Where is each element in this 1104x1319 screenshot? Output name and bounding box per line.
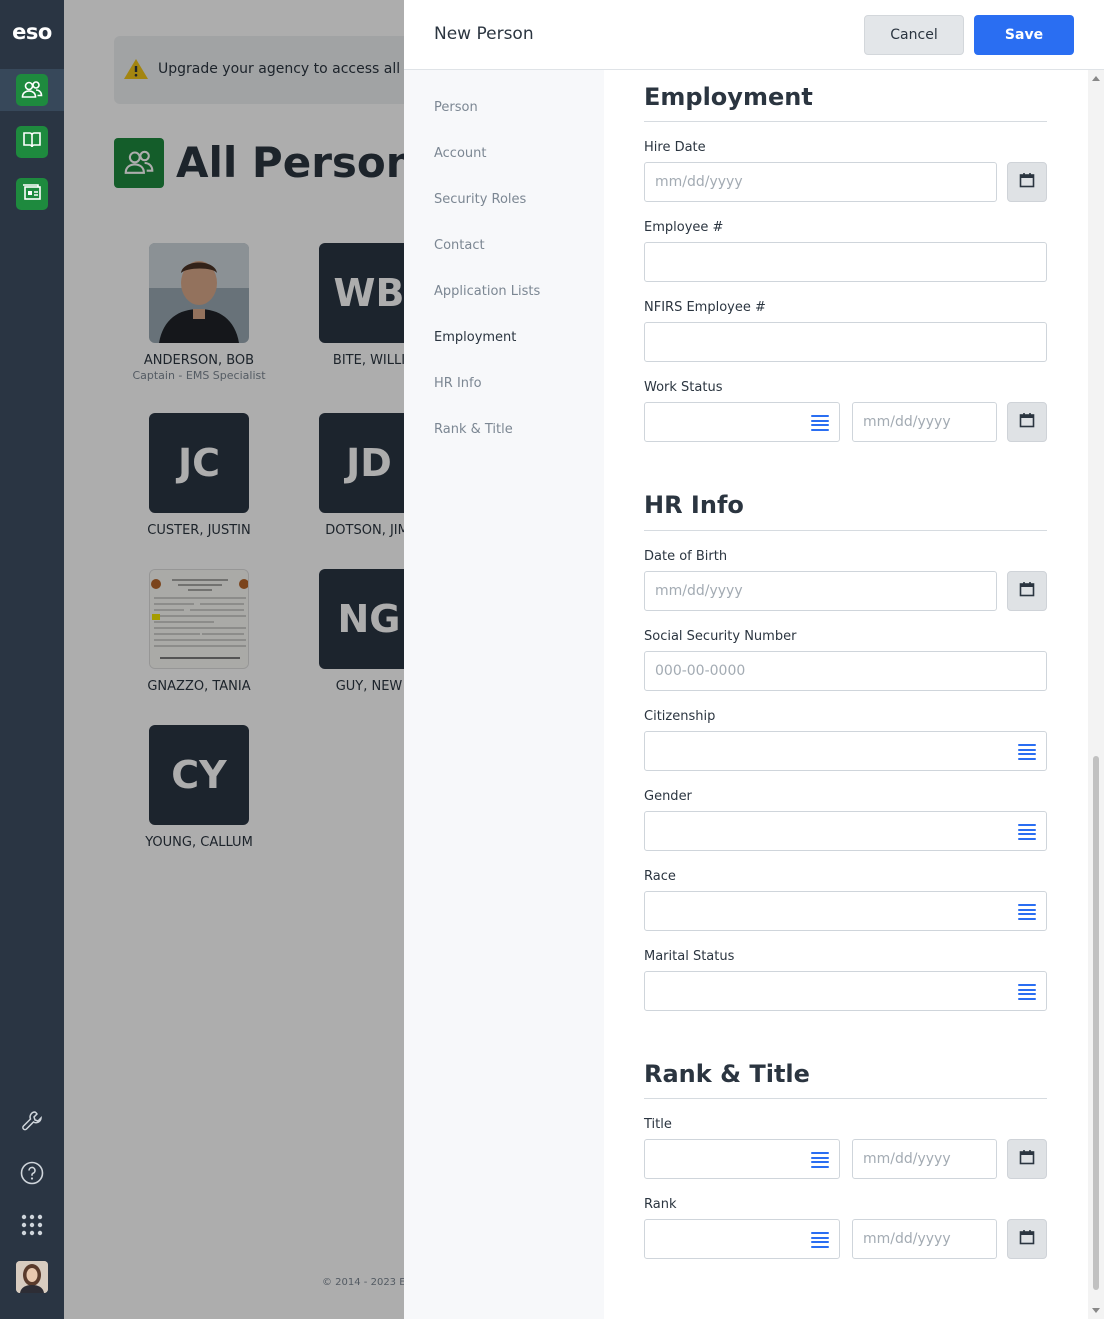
list-icon <box>811 1152 829 1168</box>
scroll-up-arrow[interactable] <box>1092 76 1100 81</box>
book-icon <box>22 131 42 153</box>
race-select[interactable] <box>644 891 1047 931</box>
employee-number-label: Employee # <box>644 220 724 235</box>
section-nav-application-lists[interactable]: Application Lists <box>434 284 540 299</box>
date-of-birth-input[interactable]: mm/dd/yyyy <box>644 571 997 611</box>
calendar-icon <box>1019 1229 1035 1249</box>
list-icon <box>1018 824 1036 840</box>
title-calendar-button[interactable] <box>1007 1139 1047 1179</box>
wrench-icon[interactable] <box>16 1105 48 1137</box>
list-icon <box>811 1232 829 1248</box>
drawer-title: New Person <box>434 24 534 44</box>
section-nav-security-roles[interactable]: Security Roles <box>434 192 526 207</box>
help-icon[interactable] <box>16 1157 48 1189</box>
section-divider <box>644 1098 1047 1099</box>
work-status-label: Work Status <box>644 380 723 395</box>
hire-date-input[interactable]: mm/dd/yyyy <box>644 162 997 202</box>
citizenship-select[interactable] <box>644 731 1047 771</box>
work-status-date-input[interactable]: mm/dd/yyyy <box>852 402 997 442</box>
rank-title-heading: Rank & Title <box>644 1060 810 1088</box>
work-status-calendar-button[interactable] <box>1007 402 1047 442</box>
drawer-scrollbar[interactable] <box>1088 70 1104 1319</box>
section-nav-hr-info[interactable]: HR Info <box>434 376 482 391</box>
ssn-input[interactable]: 000-00-0000 <box>644 651 1047 691</box>
list-icon <box>1018 904 1036 920</box>
title-date-input[interactable]: mm/dd/yyyy <box>852 1139 997 1179</box>
gender-label: Gender <box>644 789 692 804</box>
list-icon <box>1018 744 1036 760</box>
rank-calendar-button[interactable] <box>1007 1219 1047 1259</box>
form-content: Employment Hire Date mm/dd/yyyy Employee… <box>604 70 1088 1319</box>
section-divider <box>644 530 1047 531</box>
user-avatar[interactable] <box>16 1261 48 1293</box>
marital-status-select[interactable] <box>644 971 1047 1011</box>
marital-status-label: Marital Status <box>644 949 735 964</box>
nfirs-employee-number-label: NFIRS Employee # <box>644 300 766 315</box>
date-of-birth-calendar-button[interactable] <box>1007 571 1047 611</box>
nfirs-employee-number-input[interactable] <box>644 322 1047 362</box>
section-nav-rank-title[interactable]: Rank & Title <box>434 422 513 437</box>
new-person-drawer: New Person Cancel Save Person Account Se… <box>404 0 1104 1319</box>
title-select[interactable] <box>644 1139 840 1179</box>
nav-credentials[interactable] <box>16 178 48 210</box>
section-nav-person[interactable]: Person <box>434 100 478 115</box>
calendar-icon <box>1019 172 1035 192</box>
section-nav: Person Account Security Roles Contact Ap… <box>404 70 604 1319</box>
rank-date-input[interactable]: mm/dd/yyyy <box>852 1219 997 1259</box>
section-nav-contact[interactable]: Contact <box>434 238 485 253</box>
scrollbar-thumb[interactable] <box>1093 756 1099 1290</box>
gender-select[interactable] <box>644 811 1047 851</box>
list-icon <box>811 415 829 431</box>
date-of-birth-label: Date of Birth <box>644 549 728 564</box>
hire-date-label: Hire Date <box>644 140 706 155</box>
race-label: Race <box>644 869 676 884</box>
id-card-icon <box>22 183 42 205</box>
hr-info-heading: HR Info <box>644 491 744 519</box>
eso-logo[interactable]: eso <box>0 20 64 44</box>
people-icon <box>16 74 48 106</box>
citizenship-label: Citizenship <box>644 709 716 724</box>
calendar-icon <box>1019 581 1035 601</box>
employee-number-input[interactable] <box>644 242 1047 282</box>
cancel-button[interactable]: Cancel <box>864 15 964 55</box>
app-nav: eso <box>0 0 64 1319</box>
calendar-icon <box>1019 412 1035 432</box>
section-nav-employment[interactable]: Employment <box>434 330 516 345</box>
section-divider <box>644 121 1047 122</box>
rank-select[interactable] <box>644 1219 840 1259</box>
nav-personnel[interactable] <box>0 69 64 111</box>
nav-training[interactable] <box>16 126 48 158</box>
work-status-select[interactable] <box>644 402 840 442</box>
title-label: Title <box>644 1117 672 1132</box>
ssn-label: Social Security Number <box>644 629 797 644</box>
employment-heading: Employment <box>644 83 813 111</box>
save-button[interactable]: Save <box>974 15 1074 55</box>
scroll-down-arrow[interactable] <box>1092 1308 1100 1313</box>
drawer-header: New Person Cancel Save <box>404 0 1104 70</box>
rank-label: Rank <box>644 1197 677 1212</box>
apps-grid-icon[interactable] <box>16 1209 48 1241</box>
section-nav-account[interactable]: Account <box>434 146 487 161</box>
calendar-icon <box>1019 1149 1035 1169</box>
hire-date-calendar-button[interactable] <box>1007 162 1047 202</box>
list-icon <box>1018 984 1036 1000</box>
